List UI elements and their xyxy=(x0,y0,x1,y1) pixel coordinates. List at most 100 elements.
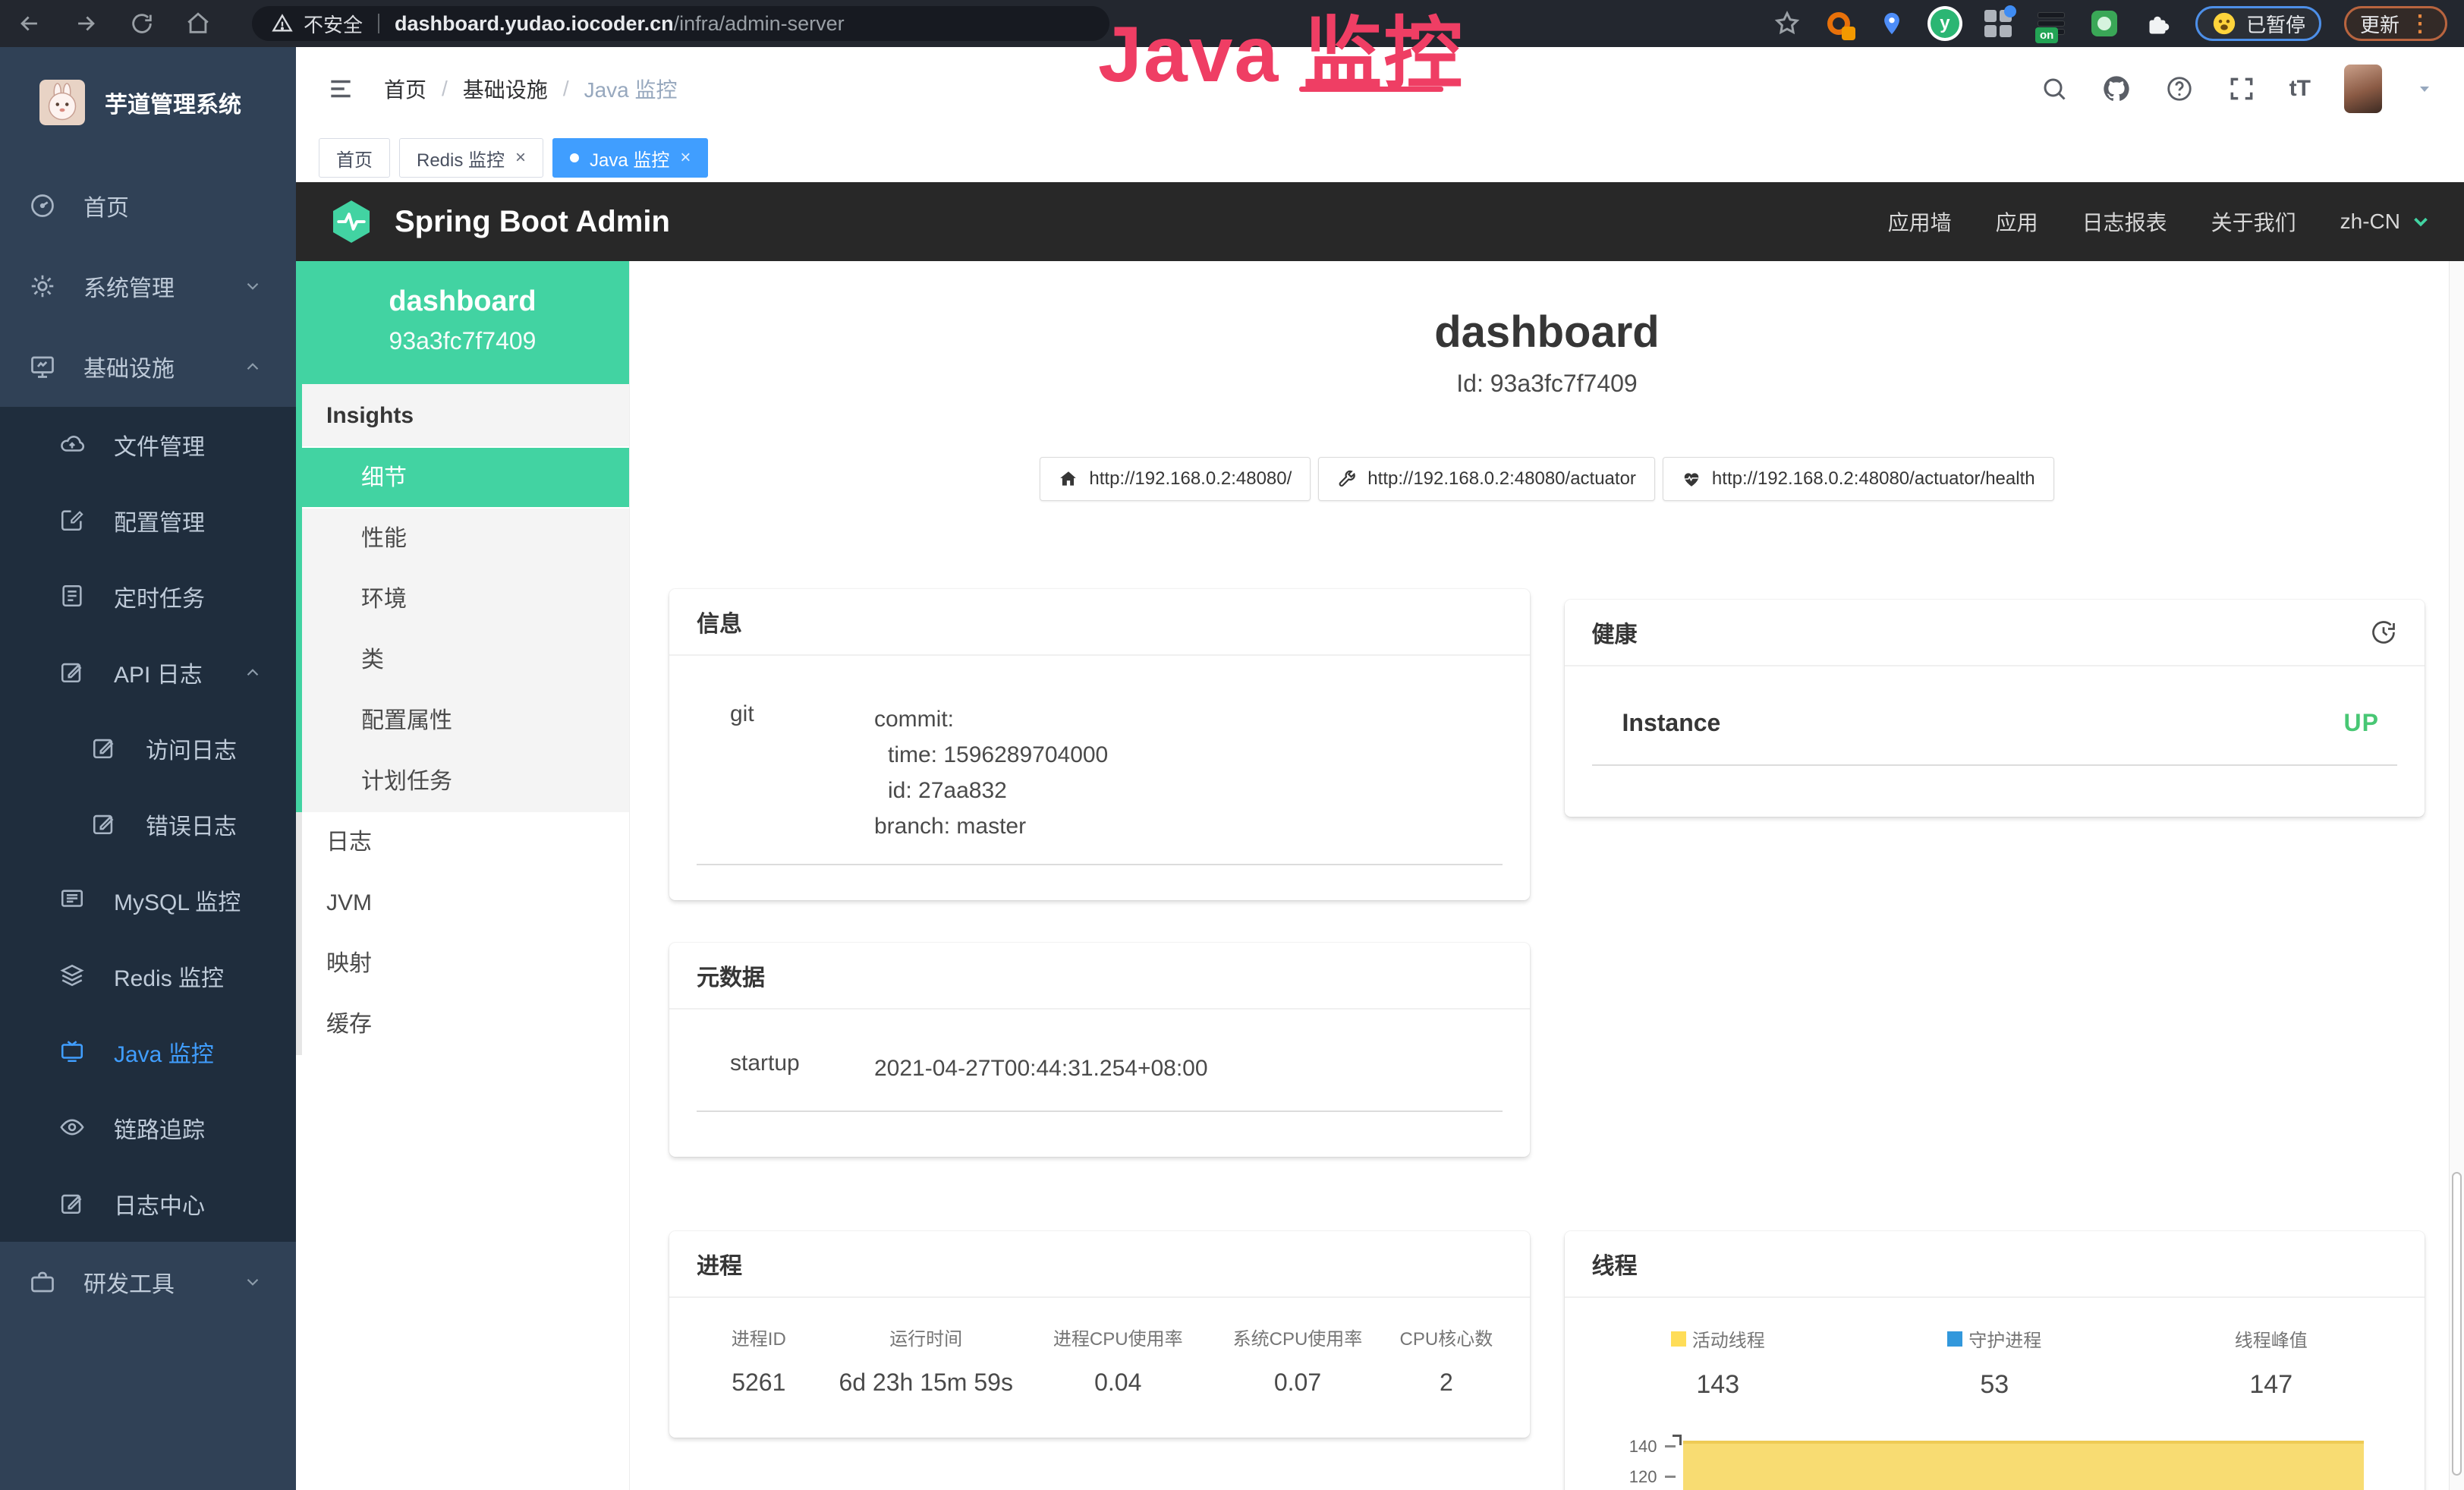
sidebar-item-api-logs[interactable]: API 日志 xyxy=(0,635,296,710)
sidebar-item-home[interactable]: 首页 xyxy=(0,165,296,246)
instance-title: dashboard xyxy=(630,307,2464,358)
sidebar-item-infrastructure[interactable]: 基础设施 xyxy=(0,326,296,407)
tab-redis-monitor[interactable]: Redis 监控 × xyxy=(399,138,543,178)
bookmark-star-icon[interactable] xyxy=(1773,10,1801,37)
scrollbar-thumb[interactable] xyxy=(2452,1172,2462,1476)
sba-menu-logs[interactable]: 日志 xyxy=(302,812,629,873)
sidebar-item-java-monitor[interactable]: Java 监控 xyxy=(0,1014,296,1090)
browser-update-button[interactable]: 更新 ⋮ xyxy=(2344,6,2447,41)
fullscreen-icon[interactable] xyxy=(2227,74,2256,103)
edit-icon xyxy=(59,507,87,534)
sidebar-item-file-management[interactable]: 文件管理 xyxy=(0,407,296,483)
sidebar-item-config-management[interactable]: 配置管理 xyxy=(0,483,296,559)
security-label[interactable]: 不安全 xyxy=(304,10,363,38)
health-instance-row[interactable]: Instance UP xyxy=(1565,666,2425,737)
chevron-down-icon xyxy=(243,1272,263,1292)
dashboard-gauge-icon xyxy=(29,192,56,219)
sba-logo-icon xyxy=(328,198,375,245)
avatar[interactable] xyxy=(2344,65,2382,113)
scrollbar[interactable] xyxy=(2449,261,2464,1490)
sba-menu-details[interactable]: 细节 xyxy=(302,448,629,509)
sba-insights-label: Insights xyxy=(302,384,629,448)
extension-switch-on-icon[interactable]: on xyxy=(2036,8,2066,39)
browser-menu-icon[interactable]: ⋮ xyxy=(2409,11,2431,37)
live-threads-value: 143 xyxy=(1580,1370,1857,1400)
sba-menu-mappings[interactable]: 映射 xyxy=(302,934,629,994)
sidebar-item-dev-tools[interactable]: 研发工具 xyxy=(0,1242,296,1322)
history-icon[interactable] xyxy=(2370,619,2397,646)
help-question-icon[interactable] xyxy=(2165,74,2194,103)
sba-locale-select[interactable]: zh-CN xyxy=(2340,209,2432,234)
back-icon[interactable] xyxy=(17,11,42,36)
app-logo-row[interactable]: 芋道管理系统 xyxy=(0,47,296,138)
hamburger-icon[interactable] xyxy=(326,74,355,103)
sba-menu-classes[interactable]: 类 xyxy=(302,630,629,691)
extensions-puzzle-icon[interactable] xyxy=(2142,8,2173,39)
url-host[interactable]: dashboard.yudao.iocoder.cn xyxy=(395,12,674,36)
process-uptime-value: 6d 23h 15m 59s xyxy=(827,1369,1025,1397)
health-url-button[interactable]: http://192.168.0.2:48080/actuator/health xyxy=(1663,457,2054,501)
extension-orange-icon[interactable] xyxy=(1824,8,1854,39)
extension-grid-icon[interactable] xyxy=(1983,8,2013,39)
cloud-upload-icon xyxy=(59,431,87,458)
font-size-icon[interactable]: tT xyxy=(2289,76,2311,102)
reload-icon[interactable] xyxy=(129,11,155,36)
profile-paused-chip[interactable]: 已暂停 xyxy=(2195,6,2321,41)
breadcrumb-home[interactable]: 首页 xyxy=(384,74,426,104)
sba-menu-metrics[interactable]: 性能 xyxy=(302,509,629,569)
sba-nav-wallboard[interactable]: 应用墙 xyxy=(1888,206,1952,237)
github-icon[interactable] xyxy=(2101,74,2132,104)
home-icon xyxy=(1059,469,1078,489)
sidebar-item-log-center[interactable]: 日志中心 xyxy=(0,1166,296,1242)
sba-nav-about[interactable]: 关于我们 xyxy=(2211,206,2296,237)
info-card: 信息 git commit: time: 1596289704000 id: 2… xyxy=(669,589,1530,900)
sidebar-item-redis-monitor[interactable]: Redis 监控 xyxy=(0,938,296,1014)
sidebar-item-error-logs[interactable]: 错误日志 xyxy=(0,786,296,862)
sba-menu-config-props[interactable]: 配置属性 xyxy=(302,691,629,751)
daemon-threads-value: 53 xyxy=(1856,1370,2133,1400)
threads-card-title: 线程 xyxy=(1565,1231,2425,1298)
sidebar-item-tracing[interactable]: 链路追踪 xyxy=(0,1090,296,1166)
sba-nav-applications[interactable]: 应用 xyxy=(1996,206,2038,237)
process-cpu-value: 0.04 xyxy=(1025,1369,1211,1397)
sba-nav-journal[interactable]: 日志报表 xyxy=(2082,206,2167,237)
home-icon[interactable] xyxy=(185,11,211,36)
sba-menu-jvm[interactable]: JVM xyxy=(302,873,629,934)
close-icon[interactable]: × xyxy=(515,147,526,169)
eye-icon xyxy=(59,1114,87,1142)
edit-icon xyxy=(59,1190,87,1218)
update-label: 更新 xyxy=(2360,10,2399,38)
sba-menu-environment[interactable]: 环境 xyxy=(302,569,629,630)
sidebar-item-system-management[interactable]: 系统管理 xyxy=(0,246,296,326)
sba-main-content: dashboard Id: 93a3fc7f7409 http://192.16… xyxy=(630,261,2464,1490)
user-menu-caret-icon[interactable] xyxy=(2415,80,2434,98)
health-instance-label: Instance xyxy=(1622,709,1721,737)
tab-home[interactable]: 首页 xyxy=(319,138,390,178)
close-icon[interactable]: × xyxy=(680,147,691,169)
forward-icon[interactable] xyxy=(73,11,99,36)
instance-url-button[interactable]: http://192.168.0.2:48080/ xyxy=(1040,457,1311,501)
url-path[interactable]: /infra/admin-server xyxy=(674,12,845,36)
info-key-git: git xyxy=(669,701,874,844)
extension-y-icon[interactable]: y xyxy=(1930,8,1960,39)
threads-stats: 活动线程 143 守护进程 53 线程峰值 xyxy=(1565,1298,2425,1400)
metadata-key-startup: startup xyxy=(669,1051,874,1086)
sba-menu-caches[interactable]: 缓存 xyxy=(302,994,629,1055)
sidebar-item-scheduled-jobs[interactable]: 定时任务 xyxy=(0,559,296,635)
sba-brand-title[interactable]: Spring Boot Admin xyxy=(395,205,670,239)
status-badge: UP xyxy=(2344,709,2379,737)
address-bar[interactable]: 不安全 dashboard.yudao.iocoder.cn /infra/ad… xyxy=(252,6,1109,41)
sidebar-item-access-logs[interactable]: 访问日志 xyxy=(0,710,296,786)
actuator-url-button[interactable]: http://192.168.0.2:48080/actuator xyxy=(1318,457,1655,501)
tab-java-monitor[interactable]: Java 监控 × xyxy=(552,138,708,178)
tv-icon xyxy=(59,1038,87,1066)
sba-menu-scheduled-tasks[interactable]: 计划任务 xyxy=(302,751,629,812)
info-card-title: 信息 xyxy=(669,589,1530,656)
search-icon[interactable] xyxy=(2041,75,2068,102)
extension-green-icon[interactable] xyxy=(2089,8,2119,39)
extension-pin-icon[interactable] xyxy=(1877,8,1907,39)
breadcrumb-infrastructure[interactable]: 基础设施 xyxy=(463,74,548,104)
live-threads-area-series xyxy=(1683,1441,2365,1490)
sidebar-item-mysql-monitor[interactable]: MySQL 监控 xyxy=(0,862,296,938)
health-card: 健康 Instance UP xyxy=(1565,600,2425,817)
